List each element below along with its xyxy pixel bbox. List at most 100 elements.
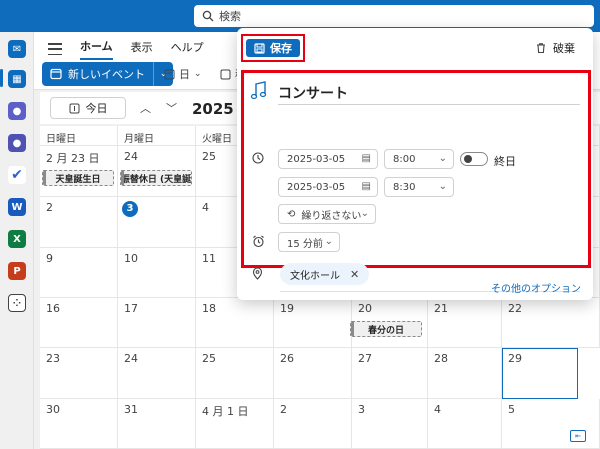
- day-cell[interactable]: 19: [274, 298, 352, 348]
- calendar-app-icon[interactable]: ▦: [8, 70, 26, 88]
- day-cell[interactable]: 3: [352, 399, 428, 449]
- day-cell[interactable]: 24: [118, 348, 196, 399]
- day-number: 4 月 1 日: [202, 405, 249, 418]
- location-chip[interactable]: 文化ホール ✕: [280, 263, 370, 285]
- search-box[interactable]: 検索: [194, 5, 594, 27]
- day-cell[interactable]: 25: [196, 348, 274, 399]
- holiday-event[interactable]: 振替休日 (天皇誕: [120, 170, 192, 186]
- calendar-picker-icon[interactable]: ▤: [362, 181, 371, 192]
- chevron-down-icon: ⌄: [324, 236, 333, 247]
- todo-icon[interactable]: ✔: [8, 166, 26, 184]
- people-icon[interactable]: ●: [8, 102, 26, 120]
- search-placeholder: 検索: [219, 10, 241, 23]
- day-number: 24: [124, 352, 138, 365]
- end-date-value: 2025-03-05: [287, 181, 346, 193]
- day-number: 26: [280, 352, 294, 365]
- day-number: 3: [358, 403, 365, 416]
- day-cell[interactable]: 27: [352, 348, 428, 399]
- holiday-event[interactable]: 春分の日: [350, 321, 422, 337]
- day-cell[interactable]: 30: [40, 399, 118, 449]
- hamburger-menu-icon[interactable]: [48, 43, 62, 55]
- day-cell[interactable]: 16: [40, 298, 118, 348]
- new-event-button[interactable]: 新しいイベント: [42, 62, 153, 86]
- word-icon[interactable]: W: [8, 198, 26, 216]
- reminder-value: 15 分前: [287, 238, 323, 250]
- app-rail: ✉ ▦ ● ● ✔ W X P ⁘: [0, 32, 34, 449]
- new-event-split-button: 新しいイベント ⌄: [42, 62, 173, 86]
- day-cell[interactable]: 9: [40, 248, 118, 298]
- holiday-event[interactable]: 天皇誕生日: [42, 170, 114, 186]
- reminder-select[interactable]: 15 分前 ⌄: [278, 232, 340, 252]
- remove-location-icon[interactable]: ✕: [350, 268, 359, 281]
- new-event-label: 新しいイベント: [68, 68, 145, 81]
- discard-label: 破棄: [553, 42, 575, 55]
- save-button[interactable]: 保存: [246, 39, 300, 57]
- day-number: 5: [508, 403, 515, 416]
- tab-home[interactable]: ホーム: [80, 38, 113, 60]
- day-cell[interactable]: 4 月 1 日: [196, 399, 274, 449]
- start-time-value: 8:00: [393, 153, 416, 165]
- save-icon: [254, 42, 265, 54]
- tab-view[interactable]: 表示: [131, 39, 153, 59]
- day-cell[interactable]: 21: [428, 298, 502, 348]
- day-cell[interactable]: 10: [118, 248, 196, 298]
- day-number: 17: [124, 302, 138, 315]
- all-day-label: 終日: [494, 155, 516, 168]
- powerpoint-icon[interactable]: P: [8, 262, 26, 280]
- day-number: 23: [46, 352, 60, 365]
- day-cell[interactable]: 18: [196, 298, 274, 348]
- event-title-input[interactable]: コンサート: [278, 83, 580, 105]
- day-cell[interactable]: 4: [428, 399, 502, 449]
- day-cell[interactable]: 2: [40, 197, 118, 248]
- repeat-select[interactable]: ⟲ 繰り返さない ⌄: [278, 204, 376, 224]
- groups-icon[interactable]: ●: [8, 134, 26, 152]
- next-month-icon[interactable]: ﹀: [166, 100, 177, 116]
- day-cell[interactable]: 31: [118, 399, 196, 449]
- more-options-link[interactable]: その他のオプション: [491, 280, 581, 295]
- day-cell-selected[interactable]: 29: [502, 348, 578, 399]
- day-number: 9: [46, 252, 53, 265]
- more-apps-icon[interactable]: ⁘: [8, 294, 26, 312]
- start-date-value: 2025-03-05: [287, 153, 346, 165]
- day-cell[interactable]: 23: [40, 348, 118, 399]
- day-cell[interactable]: 22: [502, 298, 600, 348]
- calendar-picker-icon[interactable]: ▤: [362, 153, 371, 164]
- day-number: 2: [46, 201, 53, 214]
- weekday-header: 月曜日: [118, 126, 196, 146]
- day-cell[interactable]: 2: [274, 399, 352, 449]
- start-time-select[interactable]: 8:00 ⌄: [384, 149, 454, 169]
- day-number: 22: [508, 302, 522, 315]
- day-cell[interactable]: 28: [428, 348, 502, 399]
- day-number: 19: [280, 302, 294, 315]
- end-time-select[interactable]: 8:30 ⌄: [384, 177, 454, 197]
- tab-help[interactable]: ヘルプ: [171, 39, 204, 59]
- chevron-down-icon: ⌄: [194, 69, 202, 79]
- day-cell-today[interactable]: 3: [118, 197, 196, 248]
- alarm-clock-icon: [253, 235, 264, 248]
- discard-button[interactable]: 破棄: [535, 40, 575, 56]
- day-cell[interactable]: 17: [118, 298, 196, 348]
- day-number: 4: [434, 403, 441, 416]
- event-form: コンサート 2025-03-05 ▤ 8:00 ⌄ 終日 2025-03-05 …: [241, 70, 591, 292]
- day-view-button[interactable]: 日 ⌄: [164, 66, 202, 82]
- today-button[interactable]: 今日: [50, 97, 126, 119]
- day-view-label: 日: [179, 68, 190, 81]
- collapse-panel-icon[interactable]: ⇤: [570, 430, 586, 442]
- start-date-input[interactable]: 2025-03-05 ▤: [278, 149, 378, 169]
- previous-month-icon[interactable]: ︿: [140, 100, 151, 116]
- clock-icon: [252, 152, 264, 164]
- chevron-down-icon: ⌄: [438, 181, 447, 192]
- day-number: 21: [434, 302, 448, 315]
- day-cell[interactable]: 26: [274, 348, 352, 399]
- expand-icon[interactable]: ⤢: [575, 6, 585, 21]
- all-day-toggle[interactable]: [460, 152, 488, 166]
- chevron-down-icon: ⌄: [438, 153, 447, 164]
- excel-icon[interactable]: X: [8, 230, 26, 248]
- save-label: 保存: [270, 42, 292, 55]
- repeat-value: 繰り返さない: [301, 210, 362, 222]
- day-number: 27: [358, 352, 372, 365]
- end-date-input[interactable]: 2025-03-05 ▤: [278, 177, 378, 197]
- calendar-week-icon: [220, 69, 231, 79]
- music-note-icon: [250, 81, 267, 100]
- mail-icon[interactable]: ✉: [8, 40, 26, 58]
